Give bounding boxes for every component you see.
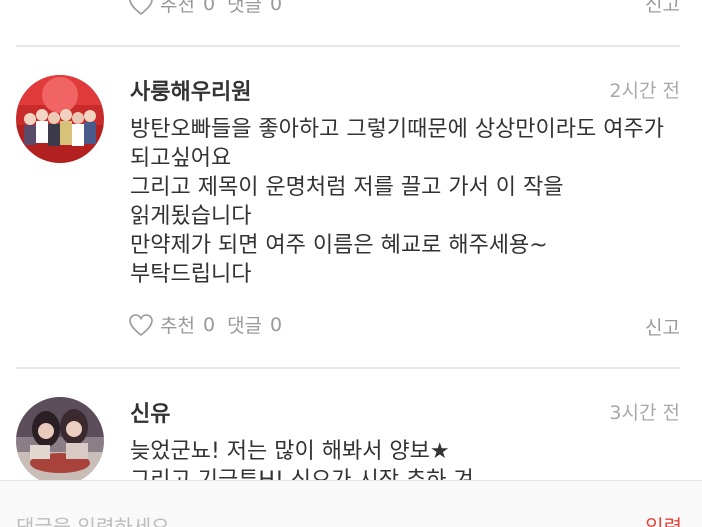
comment-author[interactable]: 사룽해우리원 bbox=[130, 74, 251, 106]
recommend-count: 0 bbox=[202, 313, 216, 336]
reply-label[interactable]: 댓글 bbox=[227, 0, 262, 17]
recommend-label[interactable]: 추천 bbox=[160, 0, 195, 17]
previous-comment-action-row: 추천 0 댓글 0 bbox=[128, 0, 290, 17]
comment-line: 읽게됬습니다 bbox=[130, 204, 252, 229]
comment-input[interactable]: 댓글을 입력하세요 bbox=[16, 511, 170, 527]
reply-count: 0 bbox=[270, 313, 283, 336]
comment-line: 부탁드립니다 bbox=[130, 262, 252, 287]
report-button[interactable]: 신고 bbox=[645, 313, 680, 340]
previous-comment-actions: 추천 0 댓글 0 신고 bbox=[0, 0, 702, 22]
recommend-count: 0 bbox=[202, 0, 216, 15]
comment-author[interactable]: 신유 bbox=[130, 396, 170, 428]
divider bbox=[16, 45, 680, 47]
divider bbox=[16, 367, 680, 369]
comment-line: 방탄오빠들을 좋아하고 그렇기때문에 상상만이라도 여주가 bbox=[130, 117, 664, 142]
avatar[interactable] bbox=[16, 397, 104, 485]
reply-label[interactable]: 댓글 bbox=[227, 311, 262, 338]
report-button[interactable]: 신고 bbox=[645, 0, 680, 17]
heart-icon[interactable] bbox=[128, 313, 154, 337]
comment-action-row: 추천 0 댓글 0 bbox=[128, 311, 290, 338]
reply-count: 0 bbox=[270, 0, 283, 15]
comment-line: 만약제가 되면 여주 이름은 혜교로 해주세용~ bbox=[130, 233, 548, 258]
recommend-label[interactable]: 추천 bbox=[160, 311, 195, 338]
comment-time: 3시간 전 bbox=[609, 402, 680, 424]
comment-line: 되고싶어요 bbox=[130, 146, 232, 171]
comment-line: 늦었군뇨! 저는 많이 해봐서 양보★ bbox=[130, 439, 450, 464]
heart-icon[interactable] bbox=[128, 0, 154, 16]
submit-button[interactable]: 입력 bbox=[645, 511, 682, 527]
comment-line: 그리고 제목이 운명처럼 저를 끌고 가서 이 작을 bbox=[130, 175, 564, 200]
comment-input-bar: 댓글을 입력하세요 입력 bbox=[0, 480, 702, 527]
comment-time: 2시간 전 bbox=[609, 80, 680, 102]
avatar[interactable] bbox=[16, 75, 104, 163]
comment-body: 방탄오빠들을 좋아하고 그렇기때문에 상상만이라도 여주가 되고싶어요 그리고 … bbox=[130, 115, 686, 289]
